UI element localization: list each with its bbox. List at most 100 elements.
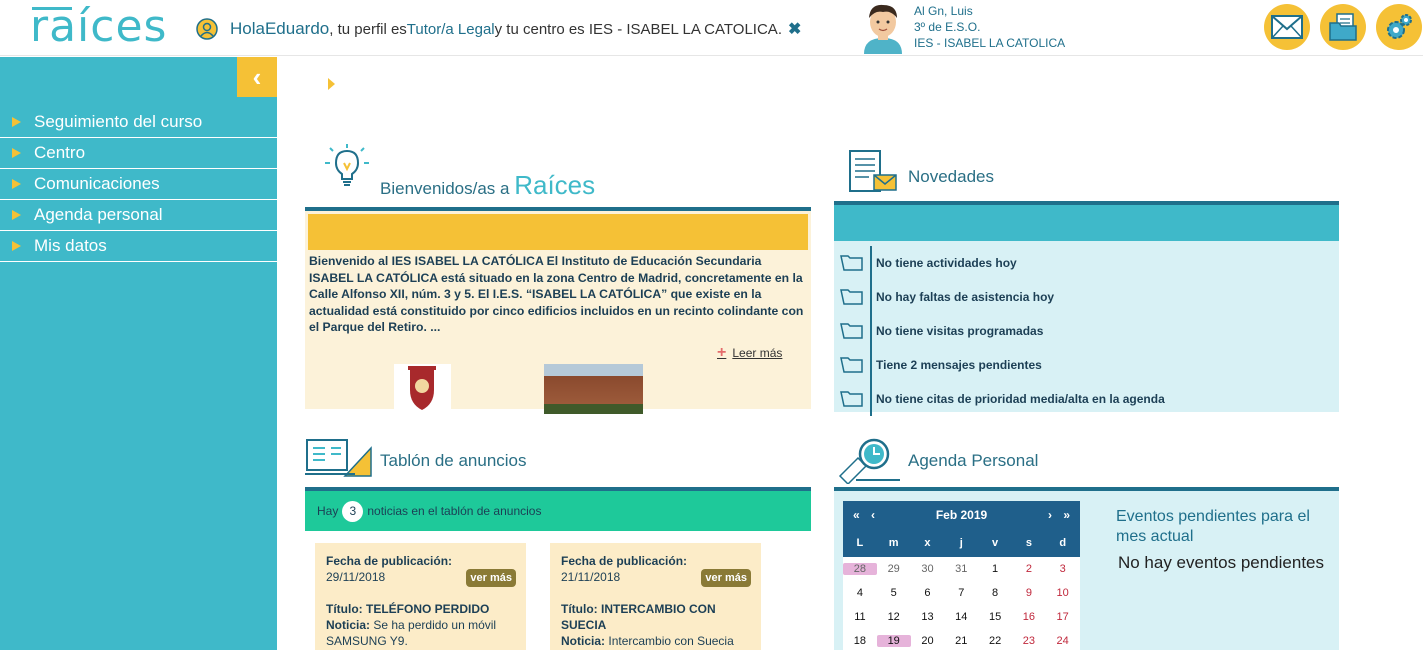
news-item-text: Tiene 2 mensajes pendientes [876,358,1042,372]
calendar-day[interactable]: 6 [911,587,945,599]
calendar-day[interactable]: 16 [1012,611,1046,623]
settings-button[interactable] [1376,4,1422,50]
calendar-day[interactable]: 28 [843,563,877,575]
sidebar-item-agenda[interactable]: Agenda personal [0,200,277,231]
board-count-badge: 3 [342,500,364,522]
school-crest-image [394,364,451,413]
arrow-right-icon [12,241,21,251]
greeting-text-1: , tu perfil es [329,20,407,38]
student-avatar [864,4,902,54]
sidebar-item-label: Agenda personal [34,205,163,224]
calendar-day[interactable]: 21 [944,635,978,647]
calendar-day[interactable]: 30 [911,563,945,575]
day-header: d [1059,537,1067,549]
documents-icon [1329,13,1357,41]
calendar-day[interactable]: 15 [978,611,1012,623]
day-header: s [1025,537,1032,549]
close-icon[interactable]: ✖ [788,19,801,39]
title-label: Título: [561,602,598,616]
sidebar-item-comunicaciones[interactable]: Comunicaciones [0,169,277,200]
calendar-day[interactable]: 31 [944,563,978,575]
calendar-day[interactable]: 10 [1046,587,1080,599]
announcement-title: TELÉFONO PERDIDO [366,602,490,616]
read-more-link[interactable]: + Leer más [717,344,782,362]
chevron-right-icon[interactable]: › [1048,508,1052,522]
news-item-text: No tiene citas de prioridad media/alta e… [876,392,1165,406]
calendar-day[interactable]: 22 [978,635,1012,647]
calendar-day[interactable]: 8 [978,587,1012,599]
calendar-day[interactable]: 1 [978,563,1012,575]
agenda-panel: « ‹ Feb 2019 › » Lmxjvsd 28 29 30 31 1 2 3 456… [834,487,1339,654]
chevron-left-icon[interactable]: ‹ [871,508,875,522]
see-more-button[interactable]: ver más [701,569,751,587]
calendar-day-headers: Lm x j v s d [843,529,1080,557]
calendar-day[interactable]: 9 [1012,587,1046,599]
calendar-day[interactable]: 24 [1046,635,1080,647]
calendar-day-today[interactable]: 19 [876,635,911,647]
calendar-week: 28 29 30 31 1 2 3 [843,557,1080,581]
folder-icon [834,348,872,382]
clipboard-mail-icon [849,150,897,192]
calendar: « ‹ Feb 2019 › » Lmxjvsd 28 29 30 31 1 2 3 456… [843,501,1080,654]
calendar-day[interactable]: 23 [1012,635,1046,647]
sidebar-item-centro[interactable]: Centro [0,138,277,169]
calendar-nav-next[interactable]: › » [1048,508,1070,522]
calendar-day[interactable]: 4 [843,587,877,599]
title-label: Título: [326,602,363,616]
greeting: Hola Eduardo , tu perfil es Tutor/a Lega… [196,18,801,40]
note-label: Noticia: [326,618,371,632]
sidebar-item-mis-datos[interactable]: Mis datos [0,231,277,262]
user-name: Eduardo [264,19,330,38]
calendar-day[interactable]: 7 [944,587,978,599]
date-label: Fecha de publicación: [326,554,453,568]
news-item[interactable]: No tiene actividades hoy [834,246,1339,280]
news-item[interactable]: No tiene visitas programadas [834,314,1339,348]
breadcrumb-arrow-icon[interactable] [328,78,335,90]
calendar-day[interactable]: 11 [843,611,877,623]
day-header: m [888,537,899,549]
documents-button[interactable] [1320,4,1366,50]
welcome-brand: Raíces [514,170,596,200]
news-title: Novedades [908,167,995,186]
collapse-sidebar-button[interactable]: ‹ [237,57,277,97]
arrow-right-icon [12,117,21,127]
see-more-button[interactable]: ver más [466,569,516,587]
read-more-label: Leer más [732,346,783,360]
board-title: Tablón de anuncios [380,451,527,470]
calendar-day[interactable]: 5 [877,587,911,599]
calendar-day[interactable]: 29 [877,563,911,575]
news-item-text: No hay faltas de asistencia hoy [876,290,1055,304]
calendar-day[interactable]: 18 [843,635,877,647]
profile-link[interactable]: Tutor/a Legal [407,21,495,38]
day-header: v [992,537,999,549]
calendar-day[interactable]: 14 [944,611,978,623]
arrow-right-icon [12,148,21,158]
student-center: IES - ISABEL LA CATOLICA [914,36,1066,50]
clock-icon [838,438,900,484]
school-building-photo [544,364,643,414]
news-item[interactable]: No tiene citas de prioridad media/alta e… [834,382,1339,416]
greeting-text-2: y tu centro es IES - ISABEL LA CATOLICA. [494,20,782,38]
calendar-day[interactable]: 17 [1046,611,1080,623]
calendar-day[interactable]: 3 [1046,563,1080,575]
calendar-week: 11 12 13 14 15 16 17 [843,605,1080,629]
news-item[interactable]: No hay faltas de asistencia hoy [834,280,1339,314]
calendar-day[interactable]: 2 [1012,563,1046,575]
calendar-day[interactable]: 13 [911,611,945,623]
announcement-note: Intercambio con Suecia [608,634,734,648]
greeting-prefix: Hola [230,19,265,38]
double-chevron-right-icon[interactable]: » [1063,508,1070,522]
day-header: j [959,537,963,549]
mail-button[interactable] [1264,4,1310,50]
calendar-nav-first[interactable]: « ‹ [853,508,875,522]
news-item[interactable]: Tiene 2 mensajes pendientes [834,348,1339,382]
arrow-right-icon [12,179,21,189]
sidebar-item-label: Centro [34,143,86,162]
calendar-day[interactable]: 20 [911,635,945,647]
news-banner [834,205,1339,241]
raices-logo[interactable]: raíces [30,2,167,52]
folder-icon [834,314,872,348]
student-name: Al Gn, Luis [914,4,973,18]
calendar-day[interactable]: 12 [877,611,911,623]
sidebar-item-seguimiento[interactable]: Seguimiento del curso [0,107,277,138]
